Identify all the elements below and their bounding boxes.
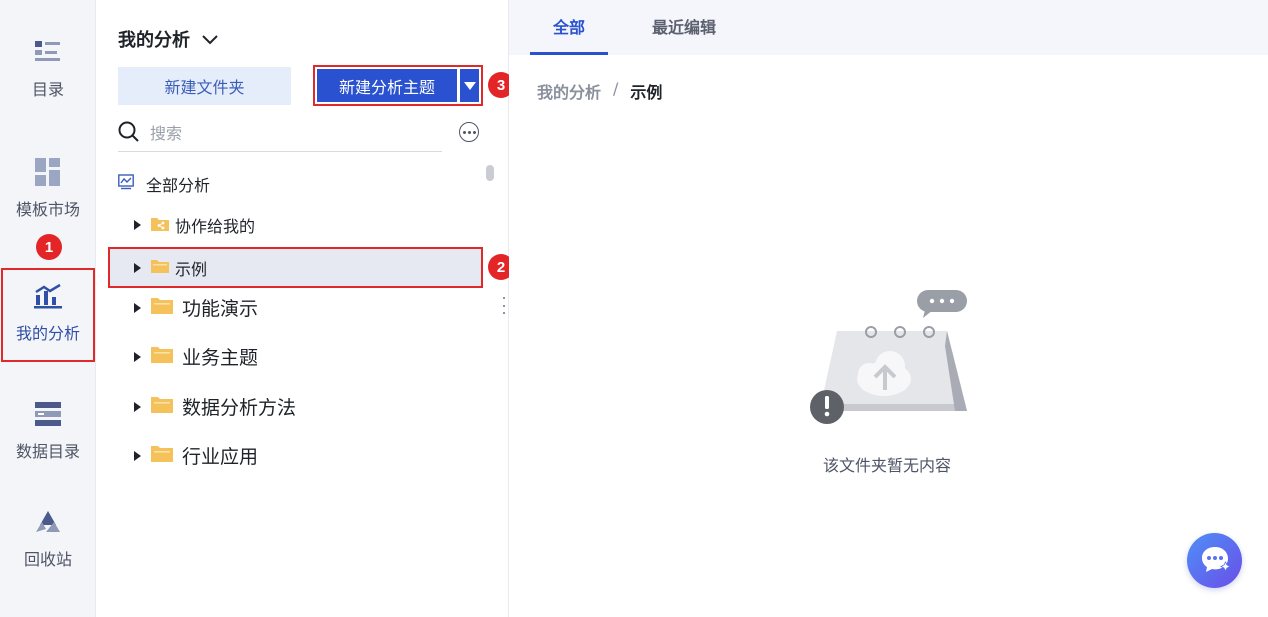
sidebar-item-label: 数据目录 (15, 442, 80, 461)
main-content: 全部 最近编辑 我的分析 / 示例 该文件夹暂无内容 (509, 0, 1268, 617)
folder-icon (151, 444, 173, 467)
folder-icon (151, 395, 173, 418)
tab-all[interactable]: 全部 (553, 14, 585, 38)
template-grid-icon (34, 158, 62, 186)
step-badge-1: 1 (36, 234, 62, 260)
tree-item-label: 行业应用 (182, 446, 259, 468)
analysis-panel: 我的分析 新建文件夹 新建分析主题 3 全部分析 (96, 0, 514, 617)
sidebar-item-template-market[interactable]: 模板市场 (0, 158, 96, 220)
chat-assistant-button[interactable] (1187, 533, 1242, 588)
expand-caret-icon[interactable] (134, 220, 141, 230)
tree-root-all-analysis[interactable]: 全部分析 (118, 172, 210, 196)
new-folder-button[interactable]: 新建文件夹 (118, 67, 291, 105)
tree-root-label: 全部分析 (146, 176, 211, 195)
highlight-box-my-analysis (1, 268, 95, 362)
sidebar-item-label: 回收站 (23, 550, 72, 569)
tree-item-industry-application[interactable]: 行业应用 (134, 442, 258, 469)
tab-recent-edit[interactable]: 最近编辑 (652, 14, 716, 38)
scrollbar-thumb[interactable] (486, 165, 494, 181)
expand-caret-icon[interactable] (134, 302, 141, 313)
app-root: 目录 模板市场 我的分析 数据目录 回收站 1 我的分析 新建文件夹 新建分析主… (0, 0, 1268, 617)
breadcrumb: 我的分析 / 示例 (537, 79, 662, 103)
active-tab-indicator (530, 52, 608, 55)
new-theme-button-group: 新建分析主题 (313, 65, 483, 106)
tree-item-feature-demo[interactable]: 功能演示 (134, 294, 258, 321)
analysis-board-icon (118, 174, 134, 194)
more-options-icon[interactable] (459, 122, 479, 142)
chevron-down-icon (202, 29, 218, 50)
tab-bar: 全部 最近编辑 (509, 0, 1268, 55)
sidebar-item-label: 模板市场 (15, 200, 80, 219)
left-rail: 目录 模板市场 我的分析 数据目录 回收站 (0, 0, 96, 617)
recycle-icon (34, 508, 62, 536)
tree-item-label: 业务主题 (182, 347, 259, 369)
tree-item-label: 协作给我的 (175, 217, 256, 236)
new-theme-dropdown-button[interactable] (459, 69, 479, 102)
shared-folder-icon (151, 216, 169, 235)
sidebar-item-label: 目录 (31, 80, 64, 99)
expand-caret-icon[interactable] (134, 401, 141, 412)
caret-down-icon (463, 81, 476, 90)
expand-caret-icon[interactable] (134, 351, 141, 362)
tree-item-label: 数据分析方法 (182, 397, 297, 419)
sidebar-item-catalog[interactable]: 目录 (0, 38, 96, 100)
search-input[interactable] (150, 124, 410, 143)
highlight-box-example (108, 247, 483, 288)
sidebar-item-recycle-bin[interactable]: 回收站 (0, 508, 96, 570)
new-analysis-theme-button[interactable]: 新建分析主题 (317, 69, 457, 102)
search-icon (118, 121, 140, 147)
catalog-icon (34, 38, 62, 66)
tree-item-data-analysis-methods[interactable]: 数据分析方法 (134, 393, 296, 420)
breadcrumb-separator: / (613, 79, 619, 98)
breadcrumb-current: 示例 (630, 83, 663, 102)
sidebar-item-data-catalog[interactable]: 数据目录 (0, 400, 96, 462)
folder-icon (151, 345, 173, 368)
panel-title-label: 我的分析 (118, 30, 190, 51)
search-box (118, 116, 442, 152)
panel-title[interactable]: 我的分析 (118, 26, 218, 52)
tree-item-business-theme[interactable]: 业务主题 (134, 343, 258, 370)
empty-folder-illustration (807, 286, 977, 426)
empty-state-label: 该文件夹暂无内容 (823, 456, 952, 475)
tree-item-label: 功能演示 (182, 298, 259, 320)
database-icon (34, 400, 62, 428)
breadcrumb-parent[interactable]: 我的分析 (537, 79, 601, 103)
tree-item-shared-with-me[interactable]: 协作给我的 (134, 213, 255, 237)
chat-bubble-icon (1200, 545, 1231, 577)
folder-icon (151, 296, 173, 319)
expand-caret-icon[interactable] (134, 450, 141, 461)
